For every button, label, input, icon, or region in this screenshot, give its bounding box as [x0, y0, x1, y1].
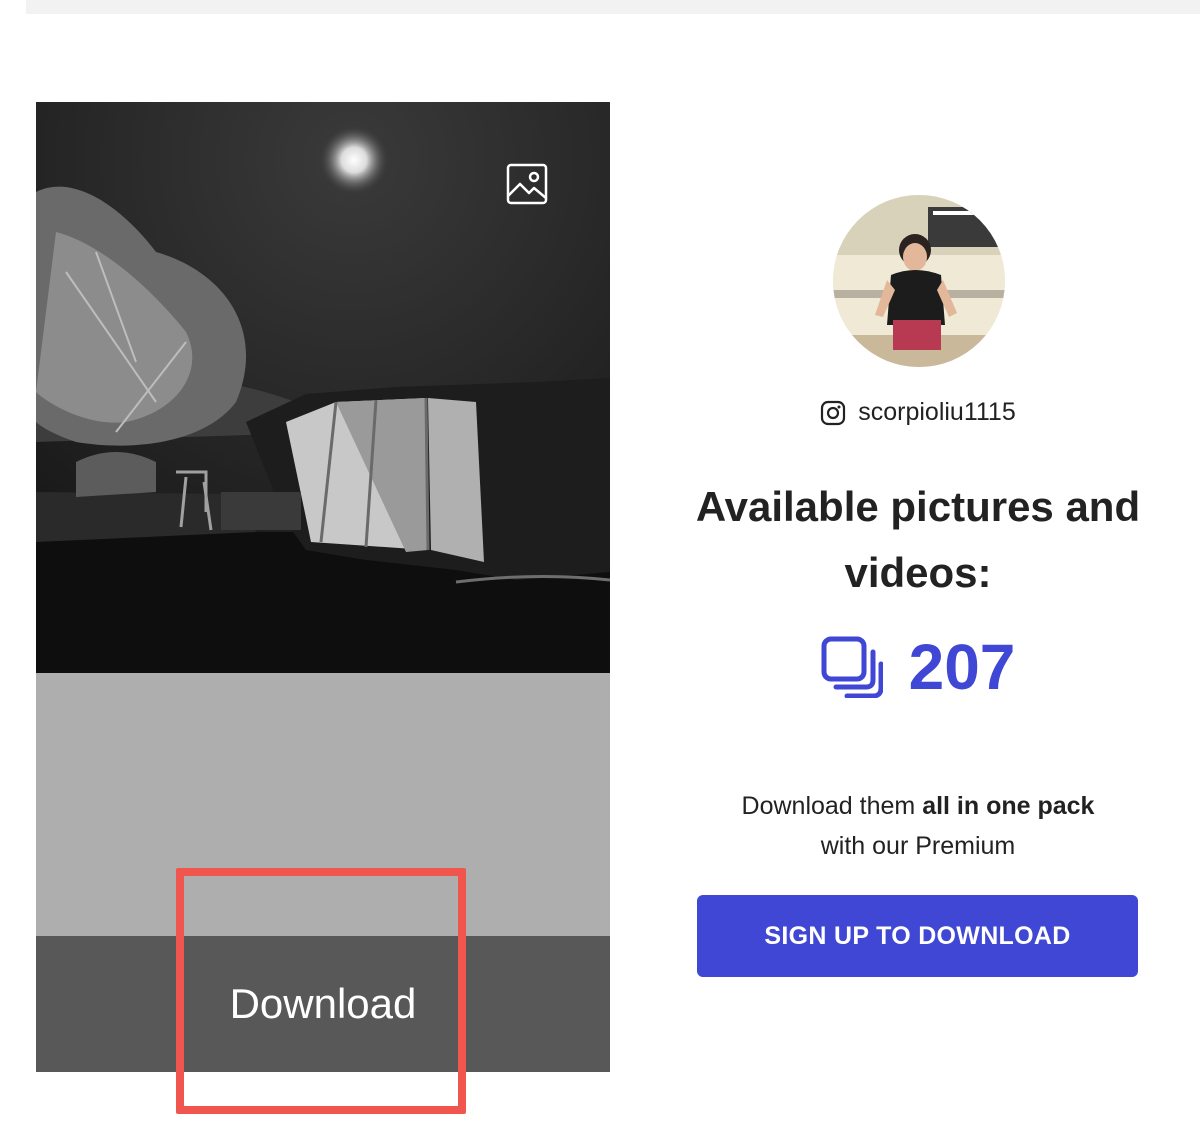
username: scorpioliu1115	[858, 398, 1016, 426]
gallery-stack-icon	[821, 636, 883, 698]
promo-text-bold: all in one pack	[922, 792, 1095, 820]
avatar	[833, 195, 1005, 367]
promo-text-start: Download them	[741, 792, 923, 820]
instagram-icon	[821, 400, 846, 425]
image-icon	[506, 163, 548, 205]
post-card: Download	[36, 102, 610, 1072]
available-heading: Available pictures and videos:	[695, 483, 1141, 596]
top-bar	[26, 0, 1200, 14]
download-label: Download	[229, 980, 417, 1027]
promo-text: Download them all in one pack with our P…	[690, 786, 1146, 866]
media-count: 207	[908, 631, 1016, 703]
instagram-handle[interactable]: scorpioliu1115	[690, 398, 1146, 427]
download-button[interactable]: Download	[36, 936, 610, 1072]
media-counter: 207	[690, 635, 1146, 699]
promo-text-end: with our Premium	[820, 832, 1016, 860]
sign-up-button[interactable]: SIGN UP TO DOWNLOAD	[697, 895, 1138, 977]
